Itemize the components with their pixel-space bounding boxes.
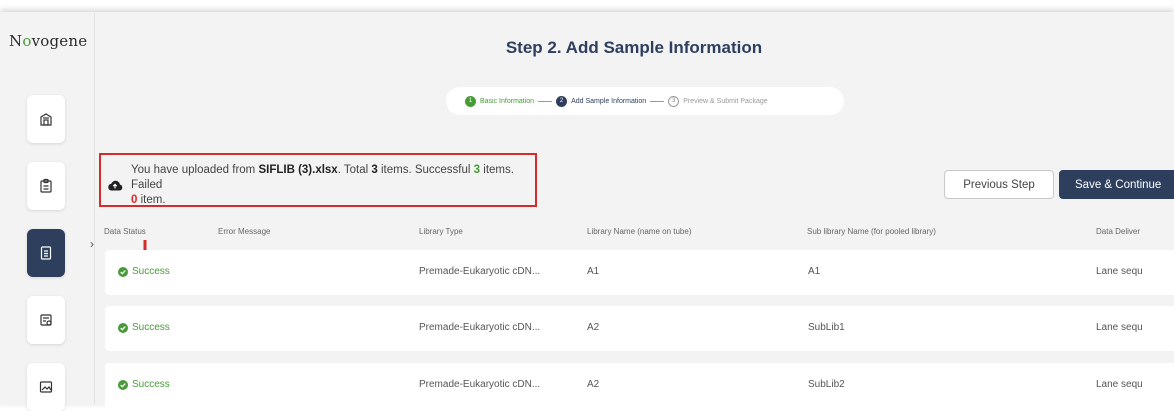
sub-library-cell: SubLib2: [808, 379, 845, 390]
sidebar-item-home[interactable]: [27, 95, 65, 143]
sidebar: Novogene ›: [0, 12, 98, 411]
column-header-error-message: Error Message: [218, 227, 271, 236]
image-icon: [39, 381, 53, 393]
upload-summary-text: You have uploaded from SIFLIB (3).xlsx. …: [131, 164, 514, 206]
sidebar-item-orders[interactable]: [27, 162, 65, 210]
library-type-cell: Premade-Eukaryotic cDN...: [419, 266, 541, 277]
table-row[interactable]: Success Premade-Eukaryotic cDN... A2 Sub…: [105, 306, 1174, 351]
column-header-library-name: Library Name (name on tube): [587, 227, 692, 236]
novogene-logo[interactable]: Novogene: [9, 32, 87, 50]
sub-library-cell: SubLib1: [808, 322, 845, 333]
library-type-cell: Premade-Eukaryotic cDN...: [419, 322, 541, 333]
save-continue-button[interactable]: Save & Continue: [1059, 170, 1174, 199]
check-circle-icon: [118, 322, 128, 333]
delivery-cell: Lane sequ: [1096, 266, 1143, 277]
building-icon: [40, 113, 52, 126]
step-3-number: 3: [668, 95, 680, 107]
column-header-library-type: Library Type: [419, 227, 463, 236]
delivery-cell: Lane sequ: [1096, 379, 1143, 390]
check-circle-icon: [118, 266, 128, 277]
package-icon: [40, 314, 52, 326]
sidebar-item-reports[interactable]: [27, 363, 65, 411]
cloud-upload-icon: [108, 180, 123, 191]
library-name-cell: A2: [587, 379, 600, 390]
document-icon: [40, 246, 52, 260]
sidebar-item-samples[interactable]: [27, 229, 65, 277]
upload-filename: SIFLIB (3).xlsx: [258, 164, 338, 176]
status-cell: Success: [118, 266, 170, 277]
check-circle-icon: [118, 379, 128, 390]
library-name-cell: A2: [587, 322, 600, 333]
step-divider: [650, 100, 665, 102]
step-1-number: 1: [465, 95, 476, 107]
step-2-label: Add Sample Information: [571, 97, 647, 105]
progress-stepper: 1 Basic Information 2 Add Sample Informa…: [446, 87, 844, 115]
previous-step-button[interactable]: Previous Step: [944, 170, 1054, 199]
page-title: Step 2. Add Sample Information: [505, 38, 763, 57]
status-cell: Success: [118, 379, 170, 390]
sidebar-item-packages[interactable]: [27, 296, 65, 344]
column-header-data-status: Data Status: [104, 227, 146, 236]
app-frame: Novogene › Step 2. Add Sample Informatio…: [0, 12, 1174, 411]
sub-library-cell: A1: [808, 266, 821, 277]
step-3-label: Preview & Submit Package: [683, 97, 768, 105]
column-header-sub-library-name: Sub library Name (for pooled library): [807, 227, 936, 236]
upload-summary-box: You have uploaded from SIFLIB (3).xlsx. …: [99, 153, 537, 207]
table-row[interactable]: Success Premade-Eukaryotic cDN... A1 A1 …: [105, 250, 1174, 295]
step-divider: [538, 100, 553, 102]
clipboard-icon: [40, 178, 52, 193]
step-2-number: 2: [556, 95, 568, 107]
library-name-cell: A1: [587, 266, 600, 277]
step-1-label: Basic Information: [480, 97, 535, 105]
delivery-cell: Lane sequ: [1096, 322, 1143, 333]
table-row[interactable]: Success Premade-Eukaryotic cDN... A2 Sub…: [105, 363, 1174, 408]
collapse-handle[interactable]: ›: [90, 237, 98, 251]
library-type-cell: Premade-Eukaryotic cDN...: [419, 379, 541, 390]
status-cell: Success: [118, 322, 170, 333]
column-header-data-delivery: Data Deliver: [1096, 227, 1141, 236]
